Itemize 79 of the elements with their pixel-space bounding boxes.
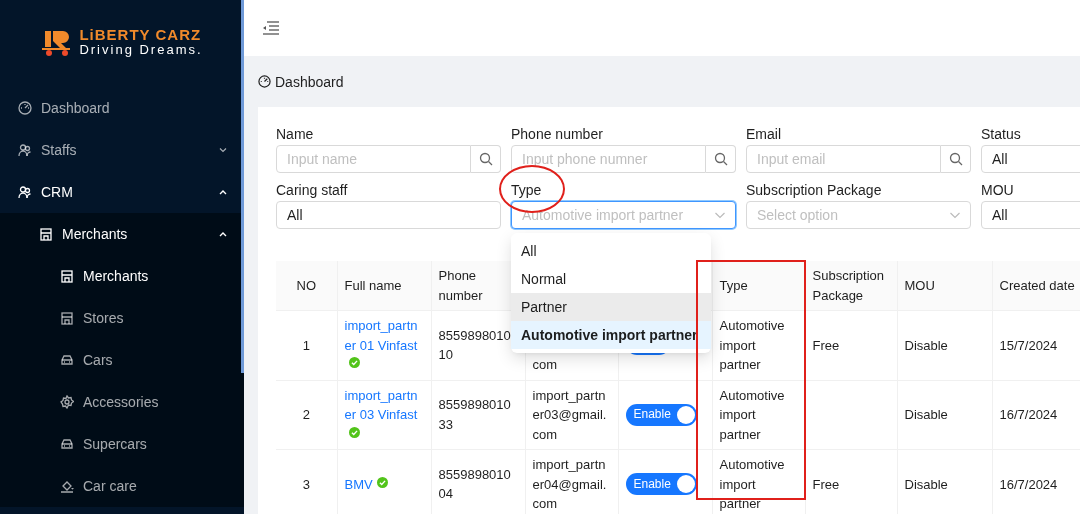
table-cell: Free xyxy=(805,449,897,514)
search-icon xyxy=(713,152,728,166)
select-field[interactable]: All xyxy=(981,145,1080,173)
table-cell: Free xyxy=(805,310,897,380)
users-icon xyxy=(18,185,32,199)
breadcrumb-link[interactable]: Dashboard xyxy=(275,73,344,90)
search-icon xyxy=(948,152,963,166)
table-cell: 855989801004 xyxy=(431,449,525,514)
shop-icon xyxy=(60,311,74,325)
column-header: MOU xyxy=(897,261,992,311)
field-label: Subscription Package xyxy=(746,181,883,199)
menu-item[interactable]: Cars xyxy=(0,339,244,381)
table-cell: Disable xyxy=(897,449,992,514)
table-cell: Disable xyxy=(897,380,992,450)
menu-item[interactable]: Accessories xyxy=(0,381,244,423)
logo-title: LiBERTY CARZ xyxy=(79,27,203,42)
table-cell: Disable xyxy=(897,310,992,380)
search-field[interactable]: Input email xyxy=(746,145,941,173)
field-label: Email xyxy=(746,125,782,143)
shop-icon xyxy=(60,269,74,283)
search-field[interactable]: Input phone numner xyxy=(511,145,706,173)
table-cell: 16/7/2024 xyxy=(992,380,1080,450)
menu-item[interactable]: Stores xyxy=(0,297,244,339)
search-icon xyxy=(478,152,493,166)
users-icon xyxy=(18,143,32,157)
column-header: NO xyxy=(276,261,337,311)
menu-item[interactable]: Supercars xyxy=(0,423,244,465)
menu-item[interactable]: Merchants xyxy=(0,213,244,255)
column-header: Full name xyxy=(337,261,431,311)
table-cell: Automotive import partner xyxy=(712,380,805,450)
select-field[interactable]: All xyxy=(276,201,501,229)
field-label: MOU xyxy=(981,181,1015,199)
paint-bucket-icon xyxy=(60,479,74,493)
field-label: Caring staff xyxy=(276,181,349,199)
column-header: Subscription Package xyxy=(805,261,897,311)
table-cell: 1 xyxy=(276,310,337,380)
status-toggle[interactable]: Enable xyxy=(625,473,697,496)
merchant-name-link[interactable]: import_partner 01 Vinfast xyxy=(344,316,424,355)
gear-icon xyxy=(60,395,74,409)
car-icon xyxy=(60,353,74,367)
status-toggle[interactable]: Enable xyxy=(625,403,697,426)
column-header: Created date xyxy=(992,261,1080,311)
dropdown-option[interactable]: Automotive import partner xyxy=(511,321,711,349)
sidebar-scrollbar[interactable] xyxy=(241,0,244,373)
table-cell: import_partner03@gmail.com xyxy=(525,380,618,450)
search-button[interactable] xyxy=(471,145,501,173)
field-label: Name xyxy=(276,125,315,143)
select-field[interactable]: Automotive import partner xyxy=(511,201,736,229)
dashboard-icon xyxy=(18,101,32,115)
shop-icon xyxy=(39,227,53,241)
field-label: Type xyxy=(511,181,543,199)
menu-item[interactable]: Car care xyxy=(0,465,244,507)
merchant-name-link[interactable]: BMV xyxy=(344,474,373,494)
car-icon xyxy=(60,437,74,451)
field-label: Status xyxy=(981,125,1022,143)
dashboard-icon xyxy=(258,75,271,88)
table-cell: 15/7/2024 xyxy=(992,310,1080,380)
table-cell: 855989801033 xyxy=(431,380,525,450)
search-button[interactable] xyxy=(941,145,971,173)
search-button[interactable] xyxy=(706,145,736,173)
chevron-down-icon xyxy=(218,145,228,155)
table-cell: Automotive import partner xyxy=(712,310,805,380)
menu-item[interactable]: Staffs xyxy=(0,129,244,171)
table-cell: 3 xyxy=(276,449,337,514)
table-cell: Automotive import partner xyxy=(712,449,805,514)
column-header: Type xyxy=(712,261,805,311)
table-cell: 16/7/2024 xyxy=(992,449,1080,514)
field-label: Phone number xyxy=(511,125,604,143)
table-cell: import_partner04@gmail.com xyxy=(525,449,618,514)
dropdown-option[interactable]: Partner xyxy=(511,293,711,321)
logo-tagline: Driving Dreams. xyxy=(79,42,203,57)
menu-fold-icon[interactable] xyxy=(262,21,280,35)
menu-item[interactable]: Merchants xyxy=(0,255,244,297)
search-field[interactable]: Input name xyxy=(276,145,471,173)
menu-item[interactable]: Dashboard xyxy=(0,87,244,129)
merchant-name-link[interactable]: import_partner 03 Vinfast xyxy=(344,385,424,425)
select-field[interactable]: All xyxy=(981,201,1080,229)
table-cell: 2 xyxy=(276,380,337,450)
menu-item[interactable]: CRM xyxy=(0,171,244,213)
